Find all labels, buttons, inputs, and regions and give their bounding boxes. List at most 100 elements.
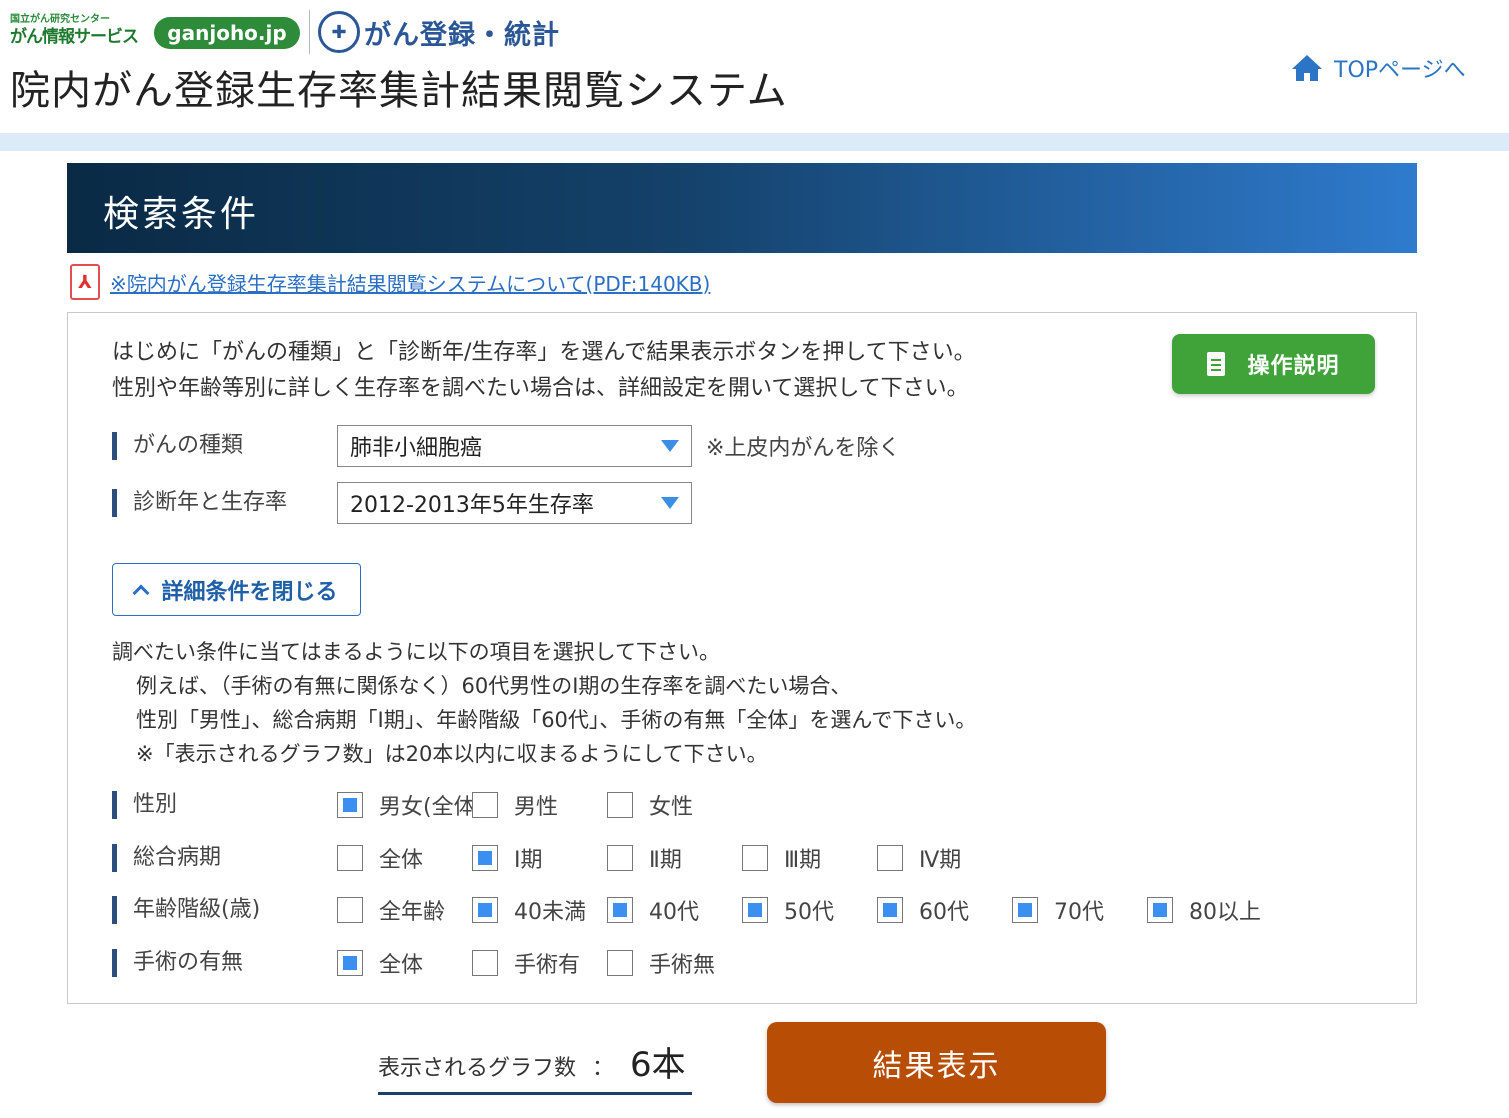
top-link-label: TOPページへ <box>1334 58 1466 83</box>
cancer-type-note: ※上皮内がんを除く <box>706 436 901 461</box>
diagnosis-year-select[interactable]: 2012-2013年5年生存率 <box>337 482 692 524</box>
registry-logo[interactable]: ✚ がん登録・統計 <box>318 10 560 54</box>
option-label: 女性 <box>649 795 694 820</box>
surgery-option-no[interactable]: 手術無 <box>607 947 742 979</box>
cancer-type-label: がんの種類 <box>112 432 337 460</box>
logo-divider <box>309 10 310 54</box>
option-label: 70代 <box>1054 900 1104 925</box>
stage-option-4[interactable]: Ⅳ期 <box>877 842 1012 874</box>
option-label: 男女(全体) <box>379 795 485 820</box>
close-detail-button[interactable]: 詳細条件を閉じる <box>112 563 361 616</box>
graph-count-separator: ： <box>592 1056 615 1081</box>
sex-option-all[interactable]: 男女(全体) <box>337 789 484 821</box>
checkbox[interactable] <box>877 845 903 871</box>
graph-count-label: 表示されるグラフ数 <box>378 1056 577 1081</box>
checkbox[interactable] <box>472 845 498 871</box>
age-option-all[interactable]: 全年齢 <box>337 894 472 926</box>
pdf-icon: ⅄ <box>70 264 100 300</box>
checkbox[interactable] <box>742 897 768 923</box>
checkbox[interactable] <box>607 950 633 976</box>
cancer-type-select[interactable]: 肺非小細胞癌 <box>337 425 692 467</box>
home-icon <box>1292 55 1322 81</box>
age-filter-row: 年齢階級(歳) 全年齢 40未満 40代 50代 60代 70代 80以上 <box>112 893 1282 927</box>
header-band <box>0 133 1509 151</box>
logo-service-name: がん情報サービス <box>10 27 139 47</box>
graph-count: 表示されるグラフ数 ： 6本 <box>378 1038 692 1095</box>
age-label: 年齢階級(歳) <box>112 896 337 924</box>
chevron-down-icon <box>661 440 679 452</box>
checkbox[interactable] <box>337 950 363 976</box>
stage-option-all[interactable]: 全体 <box>337 842 472 874</box>
checkbox[interactable] <box>337 897 363 923</box>
show-results-label: 結果表示 <box>872 1048 1001 1084</box>
checkbox[interactable] <box>1012 897 1038 923</box>
intro-line-2: 性別や年齢等別に詳しく生存率を調べたい場合は、詳細設定を開いて選択して下さい。 <box>112 376 969 401</box>
pdf-manual-link[interactable]: ⅄ ※院内がん登録生存率集計結果閲覧システムについて(PDF:140KB) <box>70 264 710 300</box>
surgery-option-yes[interactable]: 手術有 <box>472 947 607 979</box>
option-label: 手術無 <box>649 953 716 978</box>
registry-logo-text: がん登録・統計 <box>364 19 560 51</box>
diagnosis-year-row: 診断年と生存率 2012-2013年5年生存率 <box>112 482 692 524</box>
option-label: Ⅰ期 <box>514 848 543 873</box>
checkbox[interactable] <box>472 950 498 976</box>
registry-emblem-icon: ✚ <box>318 11 360 53</box>
surgery-label: 手術の有無 <box>112 949 337 977</box>
detail-line-3: 性別「男性」、総合病期「I期」、年齢階級「60代」、手術の有無「全体」を選んで下… <box>136 708 977 732</box>
option-label: 全体 <box>379 953 424 978</box>
document-icon <box>1207 352 1226 376</box>
ganjoho-logo[interactable]: 国立がん研究センター がん情報サービス <box>10 14 150 54</box>
surgery-option-all[interactable]: 全体 <box>337 947 472 979</box>
top-page-link[interactable]: TOPページへ <box>1290 52 1466 84</box>
sex-label: 性別 <box>112 791 337 819</box>
logo-org-name: 国立がん研究センター <box>10 14 110 25</box>
option-label: 60代 <box>919 900 969 925</box>
detail-instructions: 調べたい条件に当てはまるように以下の項目を選択して下さい。 例えば、（手術の有無… <box>112 635 976 771</box>
option-label: Ⅱ期 <box>649 848 682 873</box>
checkbox[interactable] <box>337 845 363 871</box>
checkbox[interactable] <box>607 845 633 871</box>
ganjoho-pill-logo[interactable]: ganjoho.jp <box>154 17 300 49</box>
checkbox[interactable] <box>1147 897 1173 923</box>
detail-line-4: ※「表示されるグラフ数」は20本以内に収まるようにして下さい。 <box>136 742 768 766</box>
intro-text: はじめに「がんの種類」と「診断年/生存率」を選んで結果表示ボタンを押して下さい。… <box>112 335 976 407</box>
age-option-70s[interactable]: 70代 <box>1012 894 1147 926</box>
cancer-type-value: 肺非小細胞癌 <box>350 436 483 461</box>
search-conditions-bar: 検索条件 <box>67 163 1417 253</box>
option-label: 50代 <box>784 900 834 925</box>
help-button[interactable]: 操作説明 <box>1172 334 1375 394</box>
diagnosis-year-value: 2012-2013年5年生存率 <box>350 493 594 518</box>
age-option-under40[interactable]: 40未満 <box>472 894 607 926</box>
checkbox[interactable] <box>742 845 768 871</box>
option-label: 手術有 <box>514 953 581 978</box>
checkbox[interactable] <box>472 897 498 923</box>
stage-option-2[interactable]: Ⅱ期 <box>607 842 742 874</box>
option-label: 80以上 <box>1189 900 1261 925</box>
age-option-40s[interactable]: 40代 <box>607 894 742 926</box>
option-label: Ⅲ期 <box>784 848 822 873</box>
option-label: 全体 <box>379 848 424 873</box>
checkbox[interactable] <box>607 792 633 818</box>
chevron-up-icon <box>132 584 150 601</box>
cancer-type-row: がんの種類 肺非小細胞癌 ※上皮内がんを除く <box>112 425 900 467</box>
age-option-50s[interactable]: 50代 <box>742 894 877 926</box>
checkbox[interactable] <box>472 792 498 818</box>
option-label: 40未満 <box>514 900 586 925</box>
intro-line-1: はじめに「がんの種類」と「診断年/生存率」を選んで結果表示ボタンを押して下さい。 <box>112 340 976 365</box>
option-label: 全年齢 <box>379 900 446 925</box>
checkbox[interactable] <box>337 792 363 818</box>
age-option-80plus[interactable]: 80以上 <box>1147 894 1282 926</box>
sex-option-male[interactable]: 男性 <box>472 789 607 821</box>
chevron-down-icon <box>661 497 679 509</box>
system-title: 院内がん登録生存率集計結果閲覧システム <box>10 68 788 114</box>
checkbox[interactable] <box>607 897 633 923</box>
age-option-60s[interactable]: 60代 <box>877 894 1012 926</box>
checkbox[interactable] <box>877 897 903 923</box>
site-header: 国立がん研究センター がん情報サービス ganjoho.jp ✚ がん登録・統計… <box>0 0 1509 133</box>
stage-option-3[interactable]: Ⅲ期 <box>742 842 877 874</box>
search-conditions-title: 検索条件 <box>103 194 260 235</box>
stage-option-1[interactable]: Ⅰ期 <box>472 842 607 874</box>
sex-option-female[interactable]: 女性 <box>607 789 742 821</box>
show-results-button[interactable]: 結果表示 <box>767 1022 1106 1103</box>
close-detail-label: 詳細条件を閉じる <box>161 579 338 605</box>
detail-line-2: 例えば、（手術の有無に関係なく）60代男性のI期の生存率を調べたい場合、 <box>136 674 852 698</box>
